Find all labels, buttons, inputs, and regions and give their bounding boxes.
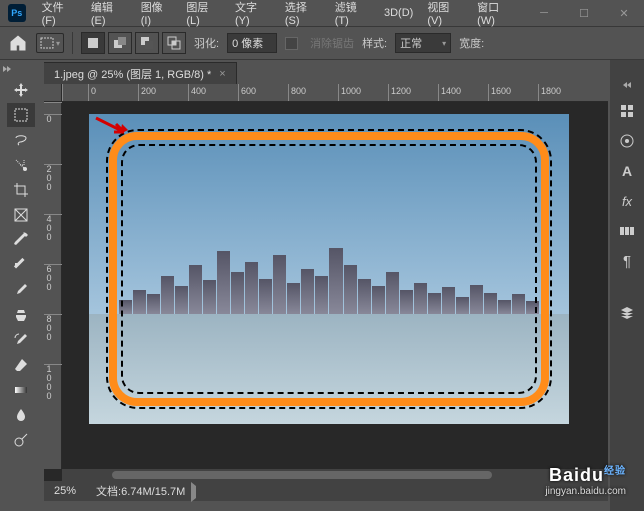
horizontal-ruler[interactable]: 0 200 400 600 800 1000 1200 1400 1600 18…: [62, 84, 608, 102]
color-panel-icon[interactable]: [616, 130, 638, 152]
paragraph-panel-icon[interactable]: ¶: [616, 250, 638, 272]
menu-type[interactable]: 文字(Y): [229, 0, 277, 30]
crop-tool[interactable]: [7, 178, 35, 202]
swatches-panel-icon[interactable]: [616, 220, 638, 242]
window-minimize-button[interactable]: ─: [524, 0, 564, 26]
window-close-button[interactable]: ✕: [604, 0, 644, 26]
ruler-tick: 0: [88, 84, 138, 102]
ruler-tick: 200: [44, 164, 62, 214]
antialias-label: 消除锯齿: [310, 35, 354, 51]
tool-preset-picker[interactable]: ▾: [36, 33, 64, 53]
tools-panel: [6, 78, 36, 452]
separator: [72, 32, 73, 54]
brush-tool[interactable]: [7, 278, 35, 302]
intersect-selection-button[interactable]: [162, 32, 186, 54]
lasso-tool[interactable]: [7, 128, 35, 152]
frame-tool[interactable]: [7, 203, 35, 227]
add-selection-button[interactable]: [108, 32, 132, 54]
history-panel-icon[interactable]: [616, 100, 638, 122]
options-bar: ▾ 羽化: 消除锯齿 样式: 正常 ▾ 宽度:: [0, 26, 644, 60]
menu-image[interactable]: 图像(I): [135, 0, 179, 30]
width-label: 宽度:: [459, 35, 484, 51]
right-panel-strip: A fx ¶: [610, 60, 644, 511]
clone-stamp-tool[interactable]: [7, 303, 35, 327]
collapse-panels-toggle[interactable]: [623, 82, 631, 92]
eyedropper-tool[interactable]: [7, 228, 35, 252]
horizontal-scrollbar[interactable]: [62, 469, 608, 481]
collapse-tools-toggle[interactable]: [2, 64, 12, 74]
style-value: 正常: [400, 35, 422, 51]
scrollbar-thumb[interactable]: [112, 471, 492, 479]
ruler-tick: 1600: [488, 84, 538, 102]
app-logo: Ps: [8, 4, 26, 22]
menu-layer[interactable]: 图层(L): [180, 0, 227, 30]
ruler-tick: 0: [44, 114, 62, 164]
menu-view[interactable]: 视图(V): [421, 0, 469, 30]
menu-select[interactable]: 选择(S): [279, 0, 327, 30]
home-icon[interactable]: [8, 33, 28, 53]
subtract-selection-button[interactable]: [135, 32, 159, 54]
window-maximize-button[interactable]: ☐: [564, 0, 604, 26]
ruler-tick: 1000: [44, 364, 62, 414]
ruler-tick: 1200: [388, 84, 438, 102]
menu-3d[interactable]: 3D(D): [378, 4, 419, 22]
ruler-tick: 1400: [438, 84, 488, 102]
ruler-tick: 1800: [538, 84, 588, 102]
layers-panel-icon[interactable]: [616, 302, 638, 324]
watermark-suffix: 经验: [604, 466, 626, 477]
status-bar: 25% 文档:6.74M/15.7M: [44, 481, 608, 501]
vertical-ruler[interactable]: 0 200 400 600 800 1000: [44, 102, 62, 469]
ruler-tick: 600: [44, 264, 62, 314]
document-tab-title: 1.jpeg @ 25% (图层 1, RGB/8) *: [54, 66, 211, 82]
selection-mode-group: [81, 32, 186, 54]
zoom-level[interactable]: 25%: [54, 485, 76, 497]
close-tab-icon[interactable]: ×: [219, 68, 225, 80]
ruler-tick: 200: [138, 84, 188, 102]
marquee-tool[interactable]: [7, 103, 35, 127]
ruler-origin[interactable]: [44, 84, 62, 102]
menu-bar: Ps 文件(F) 编辑(E) 图像(I) 图层(L) 文字(Y) 选择(S) 滤…: [0, 0, 644, 26]
styles-panel-icon[interactable]: fx: [616, 190, 638, 212]
menu-file[interactable]: 文件(F): [36, 0, 83, 30]
ruler-tick: 1000: [338, 84, 388, 102]
menu-window[interactable]: 窗口(W): [471, 0, 522, 30]
menu-filter[interactable]: 滤镜(T): [329, 0, 376, 30]
eraser-tool[interactable]: [7, 353, 35, 377]
document-size[interactable]: 文档:6.74M/15.7M: [96, 486, 185, 498]
character-panel-icon[interactable]: A: [616, 160, 638, 182]
ruler-tick: 400: [188, 84, 238, 102]
annotation-arrow: [94, 116, 130, 136]
move-tool[interactable]: [7, 78, 35, 102]
feather-label: 羽化:: [194, 35, 219, 51]
history-brush-tool[interactable]: [7, 328, 35, 352]
gradient-tool[interactable]: [7, 378, 35, 402]
style-dropdown[interactable]: 正常 ▾: [395, 33, 451, 53]
watermark: Baidu经验 jingyan.baidu.com: [545, 462, 626, 497]
canvas-area: 0 200 400 600 800 1000 1200 1400 1600 18…: [44, 84, 608, 481]
spot-heal-tool[interactable]: [7, 253, 35, 277]
ruler-tick: 400: [44, 214, 62, 264]
new-selection-button[interactable]: [81, 32, 105, 54]
quick-select-tool[interactable]: [7, 153, 35, 177]
blur-tool[interactable]: [7, 403, 35, 427]
style-label: 样式:: [362, 35, 387, 51]
ruler-tick: 600: [238, 84, 288, 102]
feather-input[interactable]: [227, 33, 277, 53]
dodge-tool[interactable]: [7, 428, 35, 452]
antialias-checkbox[interactable]: [285, 37, 298, 50]
chevron-right-icon[interactable]: [191, 482, 196, 502]
ruler-tick: 800: [44, 314, 62, 364]
document-tab-bar: 1.jpeg @ 25% (图层 1, RGB/8) * ×: [44, 62, 237, 84]
watermark-url: jingyan.baidu.com: [545, 486, 626, 497]
chevron-down-icon: ▾: [442, 39, 446, 48]
document-tab[interactable]: 1.jpeg @ 25% (图层 1, RGB/8) * ×: [44, 62, 237, 84]
selection-marquee: [109, 132, 549, 406]
watermark-brand: Baidu: [549, 465, 604, 485]
document-canvas[interactable]: [89, 114, 569, 424]
ruler-tick: 800: [288, 84, 338, 102]
menu-edit[interactable]: 编辑(E): [85, 0, 133, 30]
